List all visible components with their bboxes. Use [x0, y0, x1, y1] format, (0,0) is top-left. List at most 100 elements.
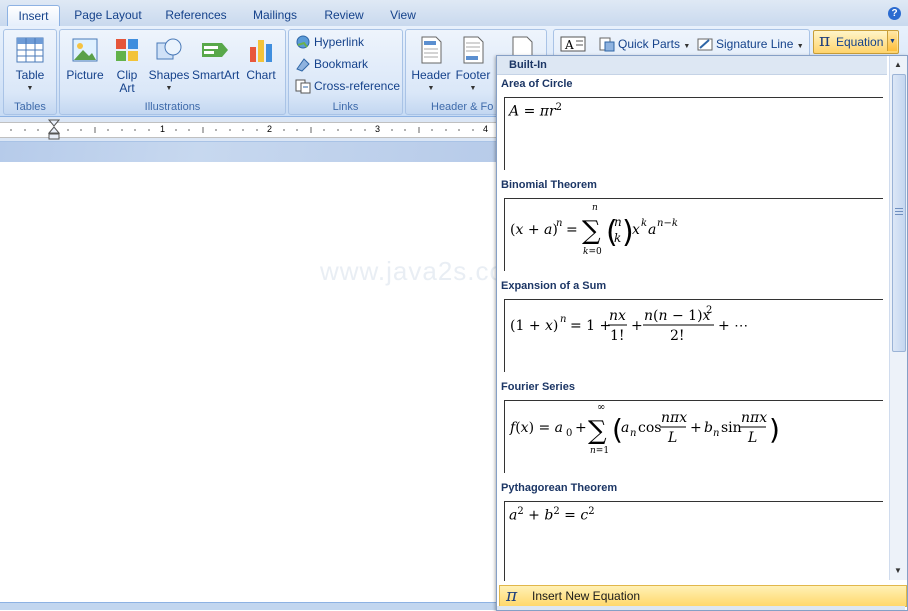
signature-line-label: Signature Line [716, 37, 794, 51]
quick-parts-label: Quick Parts [618, 37, 681, 51]
built-in-heading: Built-In [509, 59, 547, 71]
equation-title: Area of Circle [501, 78, 573, 90]
document-background [0, 142, 497, 162]
svg-text:A: A [564, 38, 574, 52]
table-icon [15, 35, 45, 65]
tab-insert[interactable]: Insert [7, 5, 60, 27]
quick-parts-button[interactable]: Quick Parts ▼ [599, 34, 690, 54]
svg-text:L: L [667, 430, 677, 446]
signature-line-button[interactable]: Signature Line ▼ [697, 34, 804, 54]
svg-text:2!: 2! [670, 328, 685, 344]
tab-view[interactable]: View [384, 5, 422, 26]
svg-text:n: n [560, 314, 566, 325]
chevron-down-icon: ▼ [427, 85, 435, 92]
cross-reference-button[interactable]: Cross-reference [295, 76, 400, 96]
horizontal-ruler[interactable]: 1 2 3 4 [0, 117, 497, 142]
equation-dropdown-arrow[interactable]: ▼ [887, 31, 897, 51]
svg-text:nx: nx [609, 308, 626, 324]
svg-text:∑: ∑ [588, 416, 607, 446]
help-icon[interactable]: ? [888, 7, 901, 20]
chevron-down-icon: ▼ [165, 85, 173, 92]
picture-button[interactable]: Picture [64, 33, 106, 82]
ruler-number: 1 [160, 124, 166, 134]
pythagorean-formula: a2 + b2 = c2 [509, 506, 595, 524]
tables-group: Table ▼ Tables [3, 29, 57, 115]
insert-new-equation-label: Insert New Equation [532, 589, 641, 603]
links-group: Hyperlink Bookmark Cross-reference Links [288, 29, 403, 115]
binomial-formula: (x + a) n = n ∑ k=0 ( n k ) x k a n−k [510, 203, 678, 257]
svg-text:n: n [614, 215, 622, 229]
cross-reference-label: Cross-reference [314, 79, 401, 93]
chevron-down-icon: ▼ [469, 85, 477, 92]
table-button[interactable]: Table ▼ [10, 33, 50, 95]
svg-text:(1 + x): (1 + x) [510, 318, 558, 334]
insert-new-equation-button[interactable]: π Insert New Equation [499, 585, 907, 607]
tables-group-label: Tables [14, 101, 46, 113]
svg-text:n(n − 1)x: n(n − 1)x [644, 308, 711, 324]
hyperlink-button[interactable]: Hyperlink [295, 32, 364, 52]
tab-mailings[interactable]: Mailings [248, 5, 302, 26]
shapes-button[interactable]: Shapes ▼ [148, 33, 190, 95]
shapes-label: Shapes [148, 68, 190, 82]
pi-icon: π [506, 586, 518, 606]
tab-references[interactable]: References [162, 5, 230, 26]
ruler-number: 2 [267, 124, 273, 134]
ruler-number: 4 [483, 124, 489, 134]
bookmark-label: Bookmark [314, 57, 369, 71]
header-button[interactable]: Header ▼ [409, 33, 453, 95]
header-label: Header [411, 68, 451, 82]
tab-page-layout[interactable]: Page Layout [72, 5, 144, 26]
quick-parts-icon [599, 36, 615, 52]
bookmark-button[interactable]: Bookmark [295, 54, 368, 74]
svg-text:): ) [769, 413, 780, 446]
chevron-down-icon: ▼ [26, 85, 34, 92]
equation-item-area-of-circle[interactable]: A = πr2 [504, 97, 883, 170]
equation-title: Fourier Series [501, 381, 575, 393]
picture-icon [70, 35, 100, 65]
clip-art-button[interactable]: Clip Art [110, 33, 144, 95]
shapes-icon [154, 35, 184, 65]
chevron-down-icon: ▼ [796, 43, 804, 50]
table-label: Table [15, 68, 45, 82]
picture-label: Picture [66, 68, 104, 82]
footer-button[interactable]: Footer ▼ [451, 33, 495, 95]
indent-marker-icon[interactable] [48, 119, 60, 141]
equation-item-fourier-series[interactable]: f(x) = a 0 + ∞ ∑ n=1 ( a n cos nπx L + b… [504, 400, 883, 473]
document-page[interactable] [0, 162, 497, 602]
svg-text:+: + [631, 318, 643, 334]
svg-text:k: k [614, 231, 621, 245]
gallery-scrollbar[interactable]: ▲ ▼ [889, 56, 907, 580]
scrollbar-thumb[interactable] [892, 74, 906, 352]
svg-text:b: b [704, 420, 713, 436]
svg-text:+: + [690, 420, 702, 436]
chart-button[interactable]: Chart [242, 33, 280, 82]
pi-icon: π [819, 31, 831, 51]
svg-text:sin: sin [721, 420, 742, 436]
tab-review[interactable]: Review [320, 5, 368, 26]
svg-text:∞: ∞ [597, 402, 605, 413]
equation-item-binomial-theorem[interactable]: (x + a) n = n ∑ k=0 ( n k ) x k a n−k [504, 198, 883, 271]
equation-gallery: Built-In Area of Circle A = πr2 Binomial… [496, 55, 908, 611]
equation-item-pythagorean-theorem[interactable]: a2 + b2 = c2 [504, 501, 883, 581]
svg-text:n: n [592, 203, 598, 213]
smartart-label: SmartArt [192, 68, 240, 82]
signature-line-icon [697, 36, 713, 52]
equation-item-expansion-of-a-sum[interactable]: (1 + x) n = 1 + nx 1! + n(n − 1)x 2 2! +… [504, 299, 883, 372]
svg-text:2: 2 [706, 305, 712, 316]
chart-icon [246, 35, 276, 65]
resize-gripper[interactable] [497, 606, 905, 610]
chart-label: Chart [246, 68, 276, 82]
smartart-button[interactable]: SmartArt [192, 33, 240, 82]
svg-text:+: + [575, 420, 587, 436]
links-group-label: Links [332, 101, 359, 113]
ruler-ticks [10, 127, 474, 133]
svg-text:= 1 +: = 1 + [570, 318, 611, 334]
svg-text:∑: ∑ [582, 216, 601, 246]
equation-button[interactable]: π Equation ▼ [813, 30, 899, 54]
svg-text:n: n [713, 428, 719, 439]
scroll-up-icon[interactable]: ▲ [894, 60, 902, 69]
smartart-icon [200, 35, 230, 65]
scroll-down-icon[interactable]: ▼ [894, 566, 902, 575]
gallery-header: Built-In [497, 56, 887, 75]
text-box-button[interactable]: A [560, 34, 589, 54]
